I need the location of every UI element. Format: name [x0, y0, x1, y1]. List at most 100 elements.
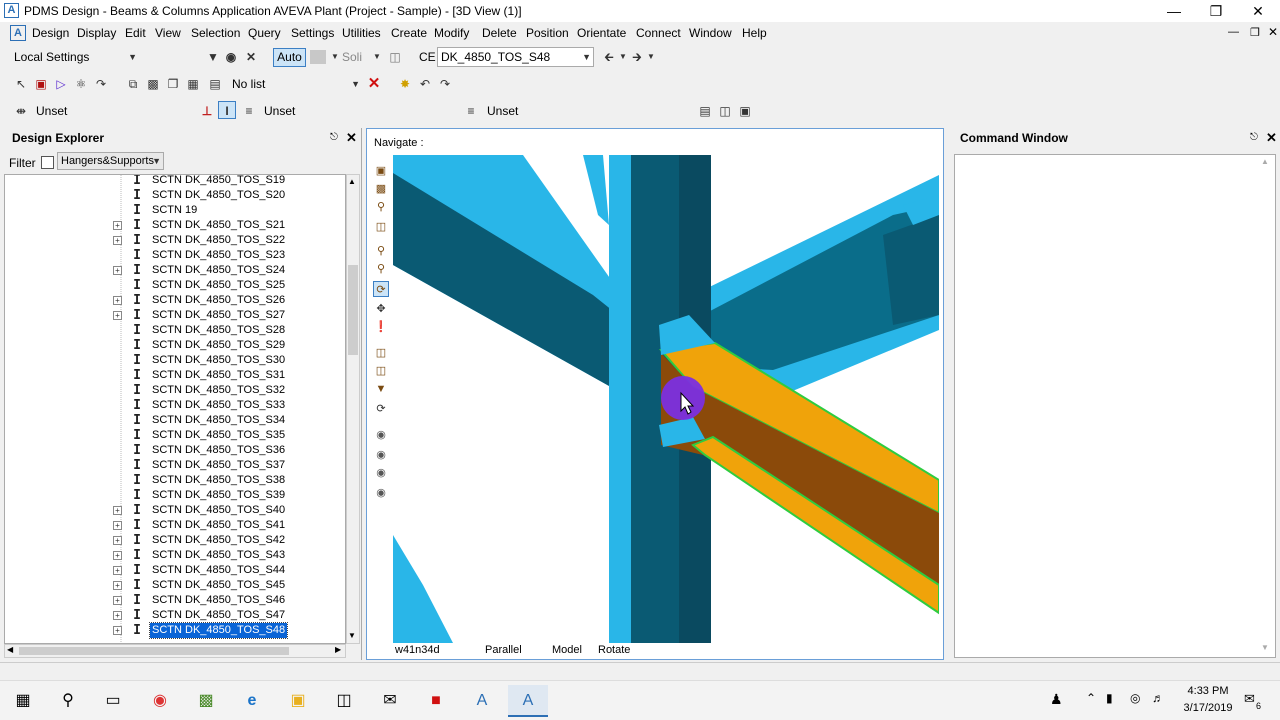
ce-combo[interactable]: DK_4850_TOS_S48▼ [437, 47, 594, 67]
to-icon[interactable]: ↷ [92, 75, 110, 93]
clock-time[interactable]: 4:33 PM [1178, 685, 1238, 697]
menu-modify[interactable]: Modify [434, 26, 469, 40]
settings-combo[interactable]: Local Settings▼ [10, 47, 140, 67]
tree-item[interactable]: ISCTN DK_4850_TOS_S30 [5, 353, 345, 368]
spec-icon[interactable]: ⇼ [12, 102, 30, 120]
scroll-left-icon[interactable]: ◀ [7, 645, 13, 654]
tree-item[interactable]: ISCTN DK_4850_TOS_S23 [5, 248, 345, 263]
close-icon[interactable]: ✕ [1238, 2, 1278, 20]
tree-item[interactable]: +ISCTN DK_4850_TOS_S44 [5, 563, 345, 578]
tree-item[interactable]: +ISCTN DK_4850_TOS_S24 [5, 263, 345, 278]
scroll-up-icon[interactable]: ▲ [1261, 157, 1269, 166]
filter-checkbox[interactable] [41, 156, 54, 169]
steel-structure-model[interactable] [393, 155, 939, 643]
windows-start-icon[interactable]: ▦ [3, 685, 43, 717]
menu-design[interactable]: Design [32, 26, 69, 40]
expand-icon[interactable]: + [113, 581, 122, 590]
tree-item[interactable]: ISCTN DK_4850_TOS_S38 [5, 473, 345, 488]
minimize-icon[interactable]: — [1154, 2, 1194, 20]
panel-icon[interactable]: ▣ [736, 102, 754, 120]
mdi-minimize-icon[interactable]: — [1228, 26, 1239, 38]
search-icon[interactable]: ⚲ [48, 685, 88, 717]
profile-spec-icon[interactable]: ≡ [240, 102, 258, 120]
saved-view-3-icon[interactable]: ◉ [373, 465, 389, 481]
zoom-out-icon[interactable]: ⚲ [373, 243, 389, 259]
aveva-design-icon[interactable]: A [508, 685, 548, 717]
battery-icon[interactable]: ▮ [1106, 691, 1113, 705]
tree-horizontal-scrollbar[interactable]: ◀ ▶ [4, 644, 346, 658]
elevation-view-icon[interactable]: ▼ [373, 381, 389, 397]
view-status-projection[interactable]: Parallel [485, 644, 522, 656]
tree-item[interactable]: ISCTN DK_4850_TOS_S28 [5, 323, 345, 338]
tree-item[interactable]: ISCTN DK_4850_TOS_S35 [5, 428, 345, 443]
task-view-icon[interactable]: ▭ [93, 685, 133, 717]
unset-field-2[interactable]: Unset [264, 104, 295, 118]
tree-item[interactable]: ISCTN DK_4850_TOS_S29 [5, 338, 345, 353]
tree-item[interactable]: +ISCTN DK_4850_TOS_S27 [5, 308, 345, 323]
pin-icon[interactable]: ⎋ [1250, 132, 1258, 143]
expand-icon[interactable]: + [113, 236, 122, 245]
tree-item[interactable]: ISCTN DK_4850_TOS_S34 [5, 413, 345, 428]
walk-through-icon[interactable]: ❗ [373, 319, 389, 335]
menu-delete[interactable]: Delete [482, 26, 517, 40]
select-box-icon[interactable]: ▣ [32, 75, 50, 93]
clock-date[interactable]: 3/17/2019 [1174, 702, 1242, 714]
box-view-icon[interactable]: ◫ [373, 219, 389, 235]
saved-view-2-icon[interactable]: ◉ [373, 447, 389, 463]
menu-window[interactable]: Window [689, 26, 732, 40]
expand-icon[interactable]: + [113, 506, 122, 515]
scroll-thumb[interactable] [348, 265, 358, 355]
redo-icon[interactable]: ↷ [436, 75, 454, 93]
solid-label[interactable]: Soli [342, 50, 362, 64]
menu-view[interactable]: View [155, 26, 181, 40]
copy-icon[interactable]: ⧉ [124, 75, 142, 93]
edge-browser-icon[interactable]: e [232, 685, 272, 717]
grid-icon[interactable]: ▤ [696, 102, 714, 120]
layout-icon[interactable]: ▦ [184, 75, 202, 93]
aveva-logo-icon[interactable]: A [10, 25, 26, 41]
expand-icon[interactable]: + [113, 596, 122, 605]
photos-app-icon[interactable]: ▩ [186, 685, 226, 717]
scroll-down-icon[interactable]: ▼ [348, 631, 356, 640]
unset-field-1[interactable]: Unset [36, 104, 67, 118]
ibeam-profile-icon[interactable]: I [218, 101, 236, 119]
panel-close-icon[interactable]: ✕ [1266, 130, 1277, 146]
rotate-view-icon[interactable]: ⟳ [373, 281, 389, 297]
iso-view-icon[interactable]: ◫ [373, 345, 389, 361]
expand-icon[interactable]: + [113, 311, 122, 320]
list-icon[interactable]: ▤ [206, 75, 224, 93]
store-icon[interactable]: ◫ [324, 685, 364, 717]
zoom-in-icon[interactable]: ⚲ [373, 261, 389, 277]
file-explorer-icon[interactable]: ▣ [278, 685, 318, 717]
restore-icon[interactable]: ❐ [1196, 2, 1236, 20]
expand-icon[interactable]: + [113, 626, 122, 635]
tree-item[interactable]: +ISCTN DK_4850_TOS_S46 [5, 593, 345, 608]
expand-icon[interactable]: + [113, 536, 122, 545]
zoom-extents-icon[interactable]: ⚲ [373, 199, 389, 215]
menu-create[interactable]: Create [391, 26, 427, 40]
tree-item[interactable]: ISCTN 19 [5, 203, 345, 218]
tree-item[interactable]: +ISCTN DK_4850_TOS_S40 [5, 503, 345, 518]
menu-connect[interactable]: Connect [636, 26, 681, 40]
unset-field-3[interactable]: Unset [487, 104, 518, 118]
walk-icon[interactable]: ▣ [373, 163, 389, 179]
wifi-icon[interactable]: ◎ [1130, 691, 1140, 705]
tree-vertical-scrollbar[interactable]: ▲ ▼ [346, 174, 360, 644]
view-status-action[interactable]: Rotate [598, 644, 630, 656]
pin-icon[interactable]: ⎋ [330, 132, 338, 143]
saved-view-4-icon[interactable]: ◉ [373, 485, 389, 501]
expand-icon[interactable]: + [113, 566, 122, 575]
mdi-close-icon[interactable]: ✕ [1268, 25, 1278, 39]
panel-close-icon[interactable]: ✕ [346, 130, 357, 146]
tree-item[interactable]: +ISCTN DK_4850_TOS_S26 [5, 293, 345, 308]
tree-item[interactable]: ISCTN DK_4850_TOS_S31 [5, 368, 345, 383]
expand-icon[interactable]: + [113, 296, 122, 305]
saved-view-1-icon[interactable]: ◉ [373, 427, 389, 443]
list-combo[interactable]: No list▼ [228, 74, 363, 94]
tree-item[interactable]: +ISCTN DK_4850_TOS_S47 [5, 608, 345, 623]
tree-item[interactable]: +ISCTN DK_4850_TOS_S22 [5, 233, 345, 248]
expand-icon[interactable]: + [113, 221, 122, 230]
aveva-admin-icon[interactable]: A [462, 685, 502, 717]
mail-icon[interactable]: ✉ [370, 685, 410, 717]
dropdown-arrow-icon[interactable]: ▼ [204, 48, 222, 66]
